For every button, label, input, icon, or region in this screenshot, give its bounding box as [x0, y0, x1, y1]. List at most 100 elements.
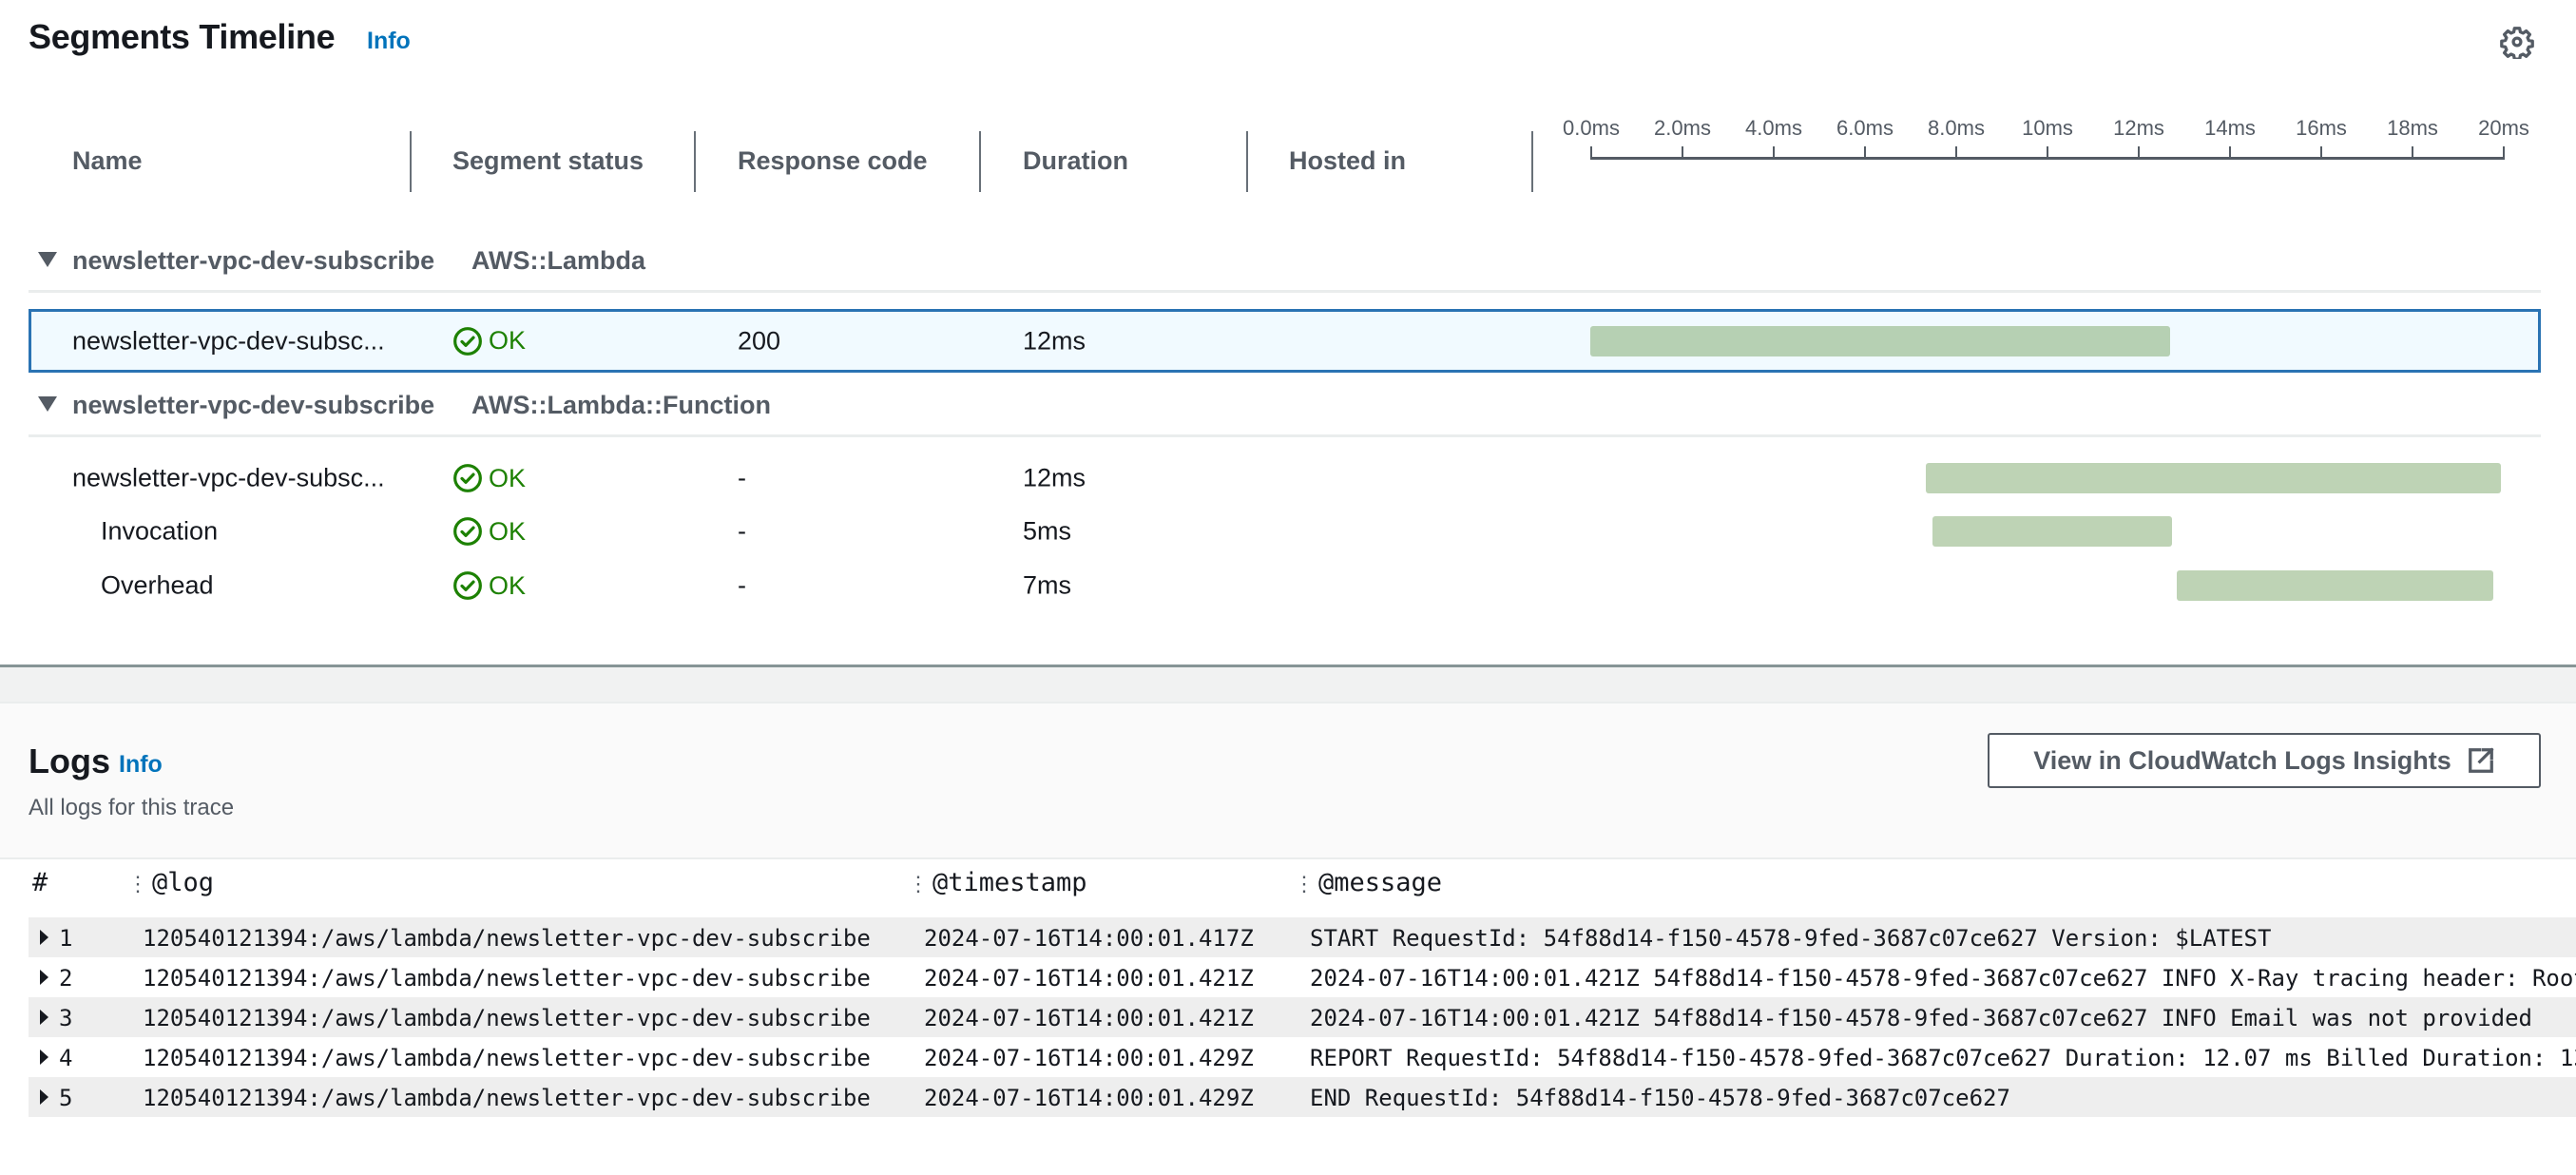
axis-tick-label: 2.0ms — [1654, 116, 1711, 140]
column-resizer[interactable] — [1246, 131, 1248, 192]
segment-name: Invocation — [101, 516, 219, 546]
log-index: 5 — [59, 1085, 73, 1111]
status-text: OK — [489, 326, 527, 355]
status-badge: OK — [452, 463, 526, 493]
segment-row[interactable]: Invocation OK - 5ms — [29, 505, 2541, 558]
axis-tick — [2229, 146, 2231, 159]
log-column-header-index: # — [32, 868, 48, 897]
log-index: 2 — [59, 965, 73, 992]
duration: 5ms — [1023, 516, 1072, 546]
timeline-bar[interactable] — [1590, 325, 2170, 356]
segment-row[interactable]: Overhead OK - 7ms — [29, 559, 2541, 612]
axis-tick — [2320, 146, 2322, 159]
expand-caret-icon[interactable] — [40, 970, 48, 985]
logs-subtitle: All logs for this trace — [29, 795, 235, 820]
axis-tick — [2138, 146, 2140, 159]
response-code: 200 — [738, 326, 781, 355]
response-code: - — [738, 570, 746, 600]
log-column-label: @message — [1318, 868, 1443, 897]
log-index: 1 — [59, 925, 73, 952]
timeline-bar[interactable] — [2176, 570, 2494, 601]
column-resizer[interactable] — [410, 131, 412, 192]
check-circle-icon — [453, 571, 482, 600]
duration: 7ms — [1023, 570, 1072, 600]
column-drag-handle-icon[interactable]: ⋮ — [908, 873, 929, 896]
axis-tick-label: 8.0ms — [1928, 116, 1985, 140]
log-group: 120540121394:/aws/lambda/newsletter-vpc-… — [143, 925, 871, 952]
segment-name: Overhead — [101, 570, 214, 600]
gear-icon[interactable] — [2500, 25, 2534, 61]
log-timestamp: 2024-07-16T14:00:01.421Z — [924, 965, 1254, 992]
logs-info-link[interactable]: Info — [119, 751, 163, 779]
axis-tick-label: 18ms — [2387, 116, 2438, 140]
column-header-name[interactable]: Name — [72, 146, 143, 176]
status-badge: OK — [452, 516, 526, 547]
log-row[interactable]: 4 120540121394:/aws/lambda/newsletter-vp… — [29, 1037, 2576, 1077]
status-text: OK — [489, 463, 527, 492]
expand-caret-icon[interactable] — [40, 1010, 48, 1025]
axis-tick — [1590, 146, 1592, 159]
caret-down-icon[interactable] — [38, 252, 57, 267]
axis-tick-label: 20ms — [2478, 116, 2529, 140]
caret-down-icon[interactable] — [38, 396, 57, 412]
response-code: - — [738, 463, 746, 492]
divider-band — [0, 667, 2576, 703]
row-divider — [29, 434, 2541, 437]
view-in-cloudwatch-button[interactable]: View in CloudWatch Logs Insights — [1988, 733, 2541, 788]
log-timestamp: 2024-07-16T14:00:01.417Z — [924, 925, 1254, 952]
column-header-duration[interactable]: Duration — [1023, 146, 1128, 176]
segment-row[interactable]: newsletter-vpc-dev-subsc... OK - 12ms — [29, 452, 2541, 505]
duration: 12ms — [1023, 463, 1086, 492]
axis-tick — [2503, 146, 2505, 159]
segment-row[interactable]: newsletter-vpc-dev-subsc... OK 200 12ms — [29, 309, 2541, 373]
timeline-bar[interactable] — [1925, 463, 2501, 493]
axis-tick-label: 6.0ms — [1836, 116, 1894, 140]
expand-caret-icon[interactable] — [40, 930, 48, 945]
log-index: 3 — [59, 1005, 73, 1031]
log-row[interactable]: 1 120540121394:/aws/lambda/newsletter-vp… — [29, 917, 2576, 957]
axis-tick-label: 4.0ms — [1745, 116, 1802, 140]
column-header-response-code[interactable]: Response code — [738, 146, 928, 176]
timeline-bar[interactable] — [1932, 516, 2172, 547]
row-divider — [29, 290, 2541, 293]
segment-name: newsletter-vpc-dev-subsc... — [72, 463, 385, 492]
group-type: AWS::Lambda::Function — [471, 391, 771, 419]
log-column-header-message[interactable]: ⋮ @message — [1294, 868, 1442, 897]
column-header-segment-status[interactable]: Segment status — [452, 146, 644, 176]
log-group: 120540121394:/aws/lambda/newsletter-vpc-… — [143, 1005, 871, 1031]
log-row[interactable]: 3 120540121394:/aws/lambda/newsletter-vp… — [29, 997, 2576, 1037]
log-row[interactable]: 2 120540121394:/aws/lambda/newsletter-vp… — [29, 957, 2576, 997]
column-resizer[interactable] — [694, 131, 696, 192]
log-group: 120540121394:/aws/lambda/newsletter-vpc-… — [143, 965, 871, 992]
axis-tick — [1955, 146, 1957, 159]
column-header-hosted-in[interactable]: Hosted in — [1289, 146, 1406, 176]
log-column-header-log[interactable]: ⋮ @log — [127, 868, 214, 897]
external-link-icon — [2468, 747, 2494, 773]
button-label: View in CloudWatch Logs Insights — [2033, 745, 2451, 775]
expand-caret-icon[interactable] — [40, 1089, 48, 1105]
log-group: 120540121394:/aws/lambda/newsletter-vpc-… — [143, 1045, 871, 1071]
check-circle-icon — [453, 464, 482, 492]
log-message: REPORT RequestId: 54f88d14-f150-4578-9fe… — [1310, 1045, 2576, 1071]
axis-tick — [2047, 146, 2048, 159]
segments-timeline-title: Segments Timeline — [29, 17, 336, 56]
expand-caret-icon[interactable] — [40, 1050, 48, 1065]
log-index: 4 — [59, 1045, 73, 1071]
duration: 12ms — [1023, 326, 1086, 355]
logs-title: Logs — [29, 742, 110, 780]
segments-info-link[interactable]: Info — [367, 28, 411, 55]
log-row[interactable]: 5 120540121394:/aws/lambda/newsletter-vp… — [29, 1077, 2576, 1117]
log-timestamp: 2024-07-16T14:00:01.421Z — [924, 1005, 1254, 1031]
axis-tick-label: 10ms — [2022, 116, 2073, 140]
column-resizer[interactable] — [979, 131, 981, 192]
segment-name: newsletter-vpc-dev-subsc... — [72, 326, 385, 355]
status-text: OK — [489, 516, 527, 546]
log-message: 2024-07-16T14:00:01.421Z 54f88d14-f150-4… — [1310, 1005, 2532, 1031]
column-drag-handle-icon[interactable]: ⋮ — [127, 873, 148, 896]
axis-tick-label: 16ms — [2296, 116, 2347, 140]
log-timestamp: 2024-07-16T14:00:01.429Z — [924, 1085, 1254, 1111]
log-message: END RequestId: 54f88d14-f150-4578-9fed-3… — [1310, 1085, 2010, 1111]
group-type: AWS::Lambda — [471, 246, 646, 275]
column-drag-handle-icon[interactable]: ⋮ — [1294, 873, 1315, 896]
log-column-header-timestamp[interactable]: ⋮ @timestamp — [908, 868, 1087, 897]
